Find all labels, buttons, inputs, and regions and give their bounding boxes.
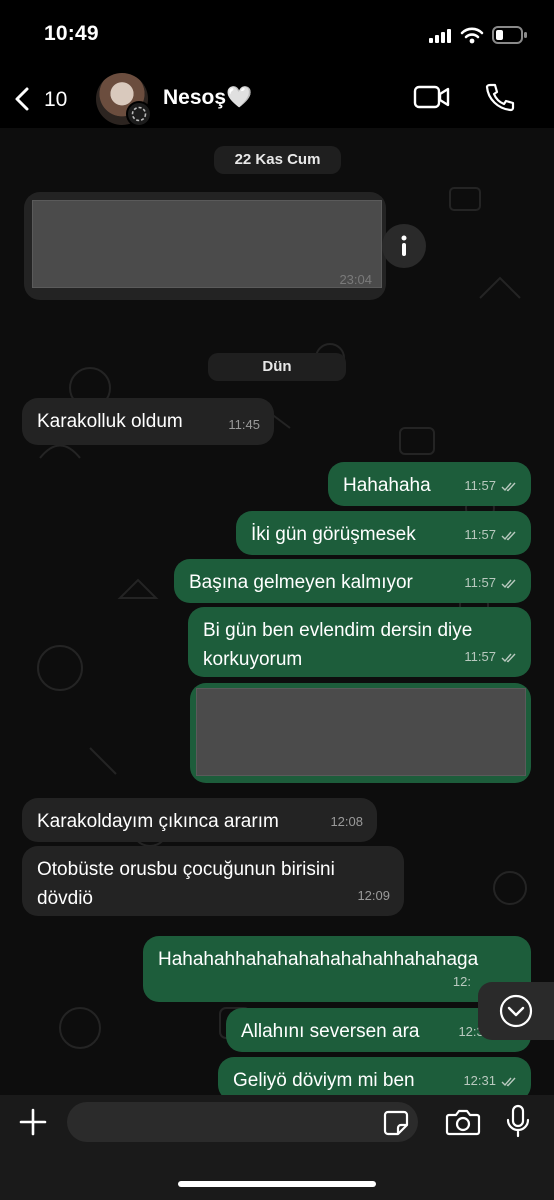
chevron-down-circle-icon xyxy=(499,994,533,1028)
message-time: 11:57 xyxy=(464,575,496,590)
info-icon xyxy=(401,235,407,256)
battery-icon xyxy=(492,26,527,44)
redacted-media xyxy=(32,200,382,288)
status-time: 10:49 xyxy=(44,22,99,45)
microphone-icon[interactable] xyxy=(505,1104,531,1138)
message-text: Başına gelmeyen kalmıyor xyxy=(189,572,413,593)
double-check-icon xyxy=(501,531,516,540)
double-check-icon xyxy=(501,579,516,588)
date-separator: Dün xyxy=(208,353,346,381)
home-indicator xyxy=(178,1181,376,1187)
message-time: 12:09 xyxy=(357,888,390,903)
message-bubble[interactable]: Bi gün ben evlendim dersin diye korkuyor… xyxy=(188,607,531,677)
message-time: 12:31 xyxy=(463,1073,496,1088)
message-time: 12: xyxy=(452,974,471,989)
message-time: 12:08 xyxy=(330,814,363,829)
message-bubble[interactable]: Karakolluk oldum 11:45 xyxy=(22,398,274,445)
scroll-to-bottom-button[interactable] xyxy=(478,982,554,1040)
message-text: Karakoldayım çıkınca ararım xyxy=(37,811,279,832)
message-bubble[interactable]: Karakoldayım çıkınca ararım 12:08 xyxy=(22,798,377,842)
info-button[interactable] xyxy=(382,224,426,268)
message-input[interactable] xyxy=(67,1102,418,1142)
chat-scroll-area[interactable]: 22 Kas Cum 23:04 Dün Karakolluk oldum 11… xyxy=(0,128,554,1095)
message-bubble[interactable]: Geliyö döviym mi ben 12:31 xyxy=(218,1057,531,1095)
phone-call-icon[interactable] xyxy=(484,82,516,112)
chat-header xyxy=(0,70,554,128)
camera-icon[interactable] xyxy=(445,1107,481,1137)
media-message[interactable]: 23:04 xyxy=(24,192,386,300)
double-check-icon xyxy=(501,482,516,491)
double-check-icon xyxy=(501,653,516,662)
message-bubble[interactable]: Hahahaha 11:57 xyxy=(328,462,531,506)
message-bubble[interactable]: Otobüste orusbu çocuğunun birisini dövdi… xyxy=(22,846,404,916)
message-time: 11:45 xyxy=(228,417,260,432)
video-call-icon[interactable] xyxy=(413,83,451,111)
contact-name[interactable]: Nesoş🤍 xyxy=(163,86,252,110)
sticker-icon[interactable] xyxy=(382,1109,410,1137)
message-time: 11:57 xyxy=(464,649,496,664)
message-text: Bi gün ben evlendim dersin diye korkuyor… xyxy=(203,620,473,670)
message-text: Geliyö döviym mi ben xyxy=(233,1070,415,1091)
redacted-media xyxy=(196,688,526,776)
media-message[interactable] xyxy=(190,683,531,783)
message-text: Karakolluk oldum xyxy=(37,411,183,432)
message-time: 11:57 xyxy=(464,478,496,493)
message-bubble[interactable]: Başına gelmeyen kalmıyor 11:57 xyxy=(174,559,531,603)
message-text: Allahını seversen ara xyxy=(241,1021,420,1042)
message-text: Hahahahhahahahahahahahhahahaga xyxy=(158,949,479,970)
status-ring-icon xyxy=(126,101,152,127)
message-text: İki gün görüşmesek xyxy=(251,524,416,545)
date-separator: 22 Kas Cum xyxy=(214,146,341,174)
back-chevron-icon[interactable] xyxy=(12,86,32,112)
message-bubble[interactable]: İki gün görüşmesek 11:57 xyxy=(236,511,531,555)
back-unread-count[interactable]: 10 xyxy=(44,88,67,112)
message-text: Hahahaha xyxy=(343,475,431,496)
message-time: 23:04 xyxy=(339,272,372,287)
message-time: 11:57 xyxy=(464,527,496,542)
message-text: Otobüste orusbu çocuğunun birisini dövdi… xyxy=(37,859,335,909)
message-bubble[interactable]: Hahahahhahahahahahahahhahahaga 12: xyxy=(143,936,531,1002)
double-check-icon xyxy=(501,1077,516,1086)
wifi-icon xyxy=(460,27,484,44)
plus-icon[interactable] xyxy=(18,1107,48,1137)
signal-icon xyxy=(429,29,455,43)
